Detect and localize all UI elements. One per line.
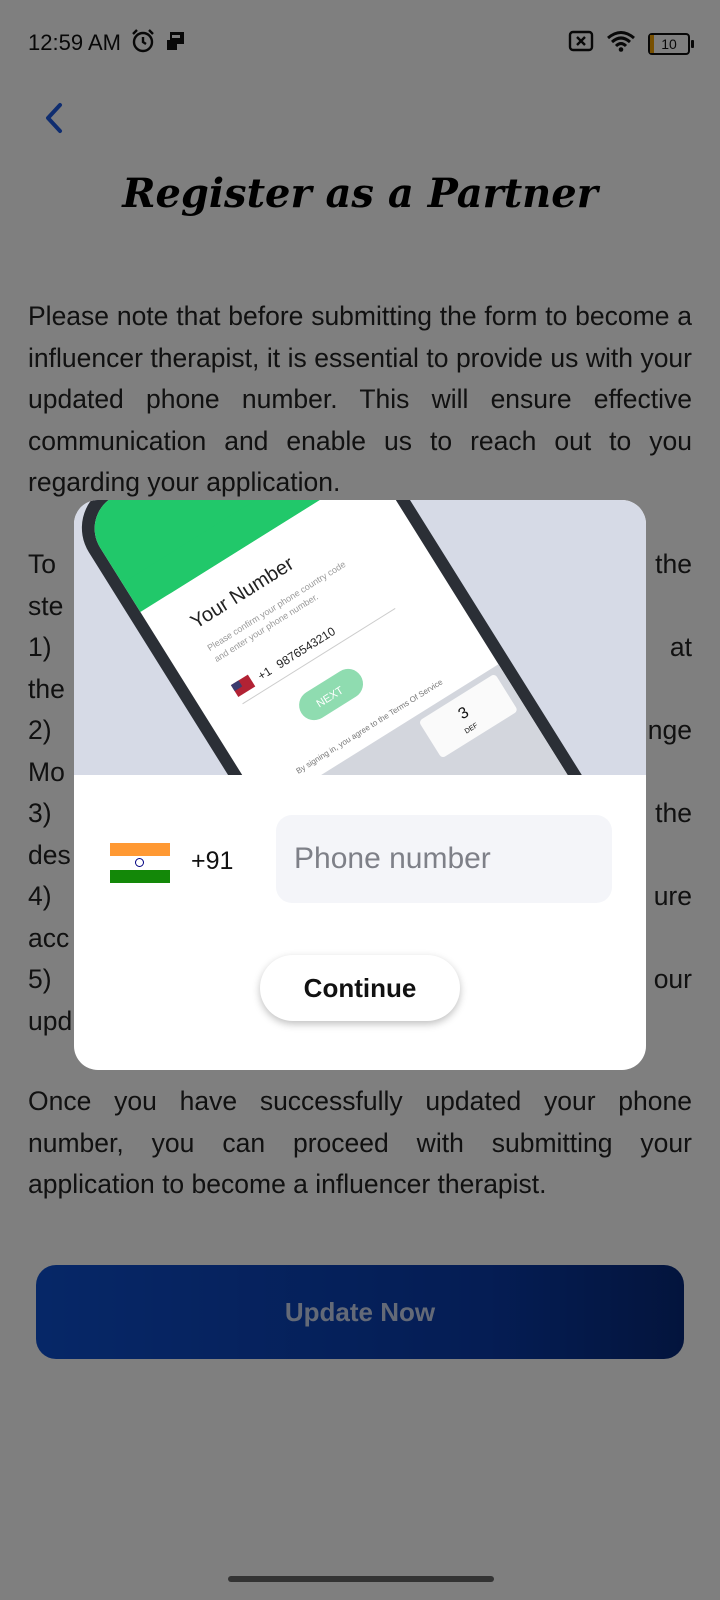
- phone-input-row: +91: [74, 815, 646, 905]
- phone-update-dialog: Your Number Please confirm your phone co…: [74, 500, 646, 1070]
- india-flag-icon[interactable]: [110, 843, 170, 883]
- continue-button[interactable]: Continue: [260, 955, 460, 1021]
- phone-illustration: Your Number Please confirm your phone co…: [74, 500, 646, 775]
- home-indicator[interactable]: [228, 1576, 494, 1582]
- phone-mockup-image: Your Number Please confirm your phone co…: [81, 500, 605, 775]
- country-code[interactable]: +91: [191, 847, 233, 876]
- phone-number-input[interactable]: [276, 815, 612, 903]
